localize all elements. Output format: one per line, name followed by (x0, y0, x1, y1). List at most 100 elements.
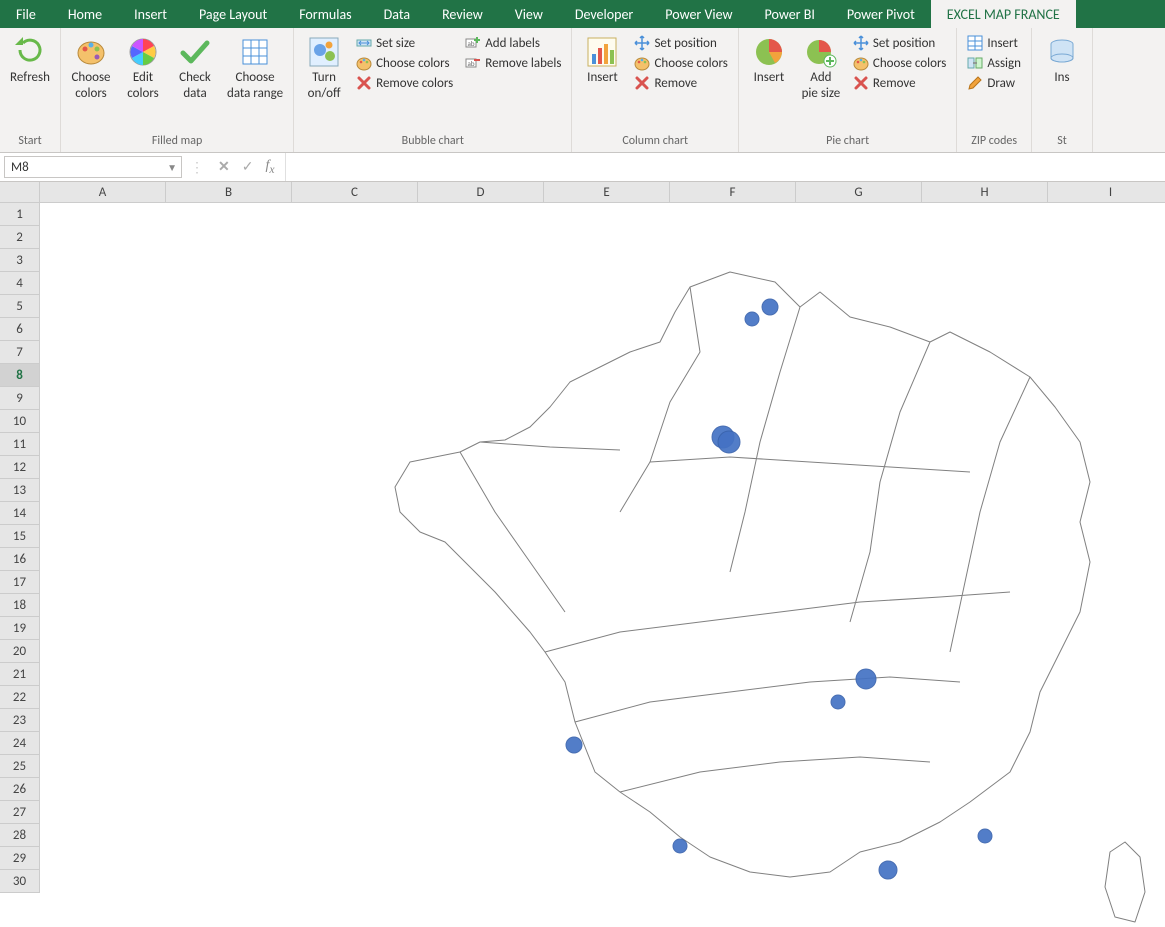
row-header[interactable]: 23 (0, 709, 40, 732)
pie-set-position-button[interactable]: Set position (849, 34, 950, 52)
row-header[interactable]: 9 (0, 387, 40, 410)
name-box[interactable]: M8 ▼ (4, 156, 182, 178)
bubble-point[interactable] (762, 299, 778, 315)
bubble-point[interactable] (879, 861, 897, 879)
tab-file[interactable]: File (0, 0, 52, 28)
row-header[interactable]: 4 (0, 272, 40, 295)
fx-icon[interactable]: fx (265, 158, 274, 176)
column-header[interactable]: D (418, 182, 544, 203)
column-header[interactable]: C (292, 182, 418, 203)
row-header[interactable]: 3 (0, 249, 40, 272)
refresh-button[interactable]: Refresh (6, 32, 54, 88)
enter-check-icon[interactable]: ✓ (242, 158, 254, 175)
edit-colors-button[interactable]: Edit colors (119, 32, 167, 103)
tab-power-pivot[interactable]: Power Pivot (831, 0, 931, 28)
tab-home[interactable]: Home (52, 0, 118, 28)
column-header[interactable]: I (1048, 182, 1165, 203)
row-header[interactable]: 30 (0, 870, 40, 893)
france-map-chart[interactable] (390, 232, 1165, 927)
bubble-remove-colors-button[interactable]: Remove colors (352, 74, 457, 92)
row-header[interactable]: 28 (0, 824, 40, 847)
bubble-point[interactable] (745, 312, 759, 326)
row-header[interactable]: 12 (0, 456, 40, 479)
bubble-set-size-button[interactable]: Set size (352, 34, 457, 52)
column-insert-button[interactable]: Insert (578, 32, 626, 88)
tab-power-view[interactable]: Power View (649, 0, 748, 28)
bubble-choose-colors-button[interactable]: Choose colors (352, 54, 457, 72)
row-header[interactable]: 16 (0, 548, 40, 571)
tab-power-bi[interactable]: Power BI (749, 0, 831, 28)
pie-add-size-button[interactable]: Add pie size (797, 32, 845, 103)
row-header[interactable]: 11 (0, 433, 40, 456)
choose-data-range-button[interactable]: Choose data range (223, 32, 287, 103)
row-header[interactable]: 15 (0, 525, 40, 548)
tab-insert[interactable]: Insert (118, 0, 183, 28)
pie-choose-colors-button[interactable]: Choose colors (849, 54, 950, 72)
cancel-x-icon[interactable]: ✕ (218, 158, 230, 175)
bubble-point[interactable] (978, 829, 992, 843)
row-header[interactable]: 19 (0, 617, 40, 640)
tab-review[interactable]: Review (426, 0, 499, 28)
pie-insert-button[interactable]: Insert (745, 32, 793, 88)
bubble-remove-labels-button[interactable]: abRemove labels (461, 54, 565, 72)
tab-formulas[interactable]: Formulas (283, 0, 367, 28)
check-data-button[interactable]: Check data (171, 32, 219, 103)
column-choose-colors-button[interactable]: Choose colors (630, 54, 731, 72)
column-header[interactable]: F (670, 182, 796, 203)
row-header[interactable]: 21 (0, 663, 40, 686)
row-header[interactable]: 27 (0, 801, 40, 824)
row-header[interactable]: 18 (0, 594, 40, 617)
pie-remove-button[interactable]: Remove (849, 74, 950, 92)
row-header[interactable]: 5 (0, 295, 40, 318)
tab-page-layout[interactable]: Page Layout (183, 0, 283, 28)
row-header[interactable]: 1 (0, 203, 40, 226)
row-header[interactable]: 2 (0, 226, 40, 249)
bubble-turn-onoff-button[interactable]: Turn on/off (300, 32, 348, 103)
shapes-insert-button[interactable]: Ins (1038, 32, 1086, 88)
color-wheel-icon (127, 36, 159, 68)
column-header[interactable]: B (166, 182, 292, 203)
bubble-add-labels-button[interactable]: abAdd labels (461, 34, 565, 52)
formula-input[interactable] (285, 153, 1165, 181)
bubble-point[interactable] (718, 431, 740, 453)
tab-developer[interactable]: Developer (559, 0, 649, 28)
group-zip-codes: Insert Assign Draw ZIP codes (957, 28, 1032, 152)
tab-data[interactable]: Data (368, 0, 426, 28)
column-header[interactable]: G (796, 182, 922, 203)
row-header[interactable]: 22 (0, 686, 40, 709)
column-set-position-button[interactable]: Set position (630, 34, 731, 52)
row-header[interactable]: 10 (0, 410, 40, 433)
bubble-point[interactable] (831, 695, 845, 709)
select-all-corner[interactable] (0, 182, 40, 203)
row-header[interactable]: 25 (0, 755, 40, 778)
bubble-point[interactable] (673, 839, 687, 853)
row-header[interactable]: 17 (0, 571, 40, 594)
column-header[interactable]: H (922, 182, 1048, 203)
remove-x-icon (634, 75, 650, 91)
column-header[interactable]: A (40, 182, 166, 203)
row-header[interactable]: 14 (0, 502, 40, 525)
zip-insert-button[interactable]: Insert (963, 34, 1025, 52)
row-header[interactable]: 24 (0, 732, 40, 755)
group-pie-label: Pie chart (745, 132, 950, 150)
row-header[interactable]: 7 (0, 341, 40, 364)
pie-chart-icon (753, 36, 785, 68)
column-remove-button[interactable]: Remove (630, 74, 731, 92)
svg-text:ab: ab (468, 59, 475, 68)
tab-excel-map-france[interactable]: EXCEL MAP FRANCE (931, 0, 1076, 28)
row-header[interactable]: 26 (0, 778, 40, 801)
row-header[interactable]: 29 (0, 847, 40, 870)
zip-draw-button[interactable]: Draw (963, 74, 1025, 92)
tab-view[interactable]: View (499, 0, 559, 28)
chevron-down-icon[interactable]: ▼ (167, 161, 177, 174)
pencil-icon (967, 75, 983, 91)
row-header[interactable]: 20 (0, 640, 40, 663)
row-header[interactable]: 8 (0, 364, 40, 387)
bubble-point[interactable] (856, 669, 876, 689)
choose-colors-button[interactable]: Choose colors (67, 32, 115, 103)
zip-assign-button[interactable]: Assign (963, 54, 1025, 72)
row-header[interactable]: 6 (0, 318, 40, 341)
row-header[interactable]: 13 (0, 479, 40, 502)
column-header[interactable]: E (544, 182, 670, 203)
bubble-point[interactable] (566, 737, 582, 753)
